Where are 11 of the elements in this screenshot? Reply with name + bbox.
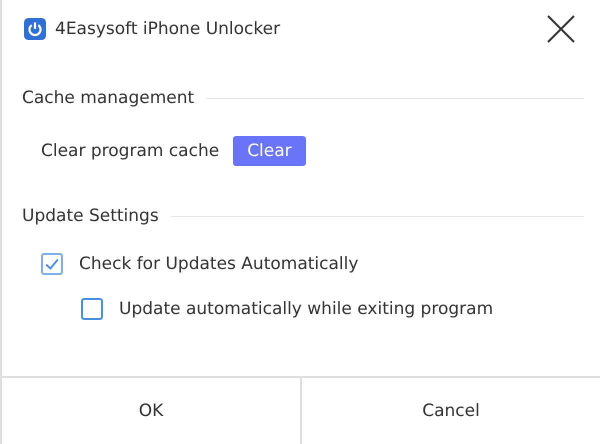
section-heading: Cache management (22, 88, 194, 108)
app-logo-icon (24, 18, 46, 40)
setting-label: Clear program cache (41, 141, 220, 161)
window-title: 4Easysoft iPhone Unlocker (55, 19, 282, 39)
clear-button[interactable]: Clear (233, 136, 306, 166)
checkbox-label: Check for Updates Automatically (79, 254, 358, 274)
section-heading: Update Settings (22, 206, 159, 226)
checkbox-label: Update automatically while exiting program (119, 299, 494, 319)
close-icon[interactable] (547, 15, 575, 43)
checkbox[interactable] (81, 298, 103, 320)
checkbox[interactable] (41, 253, 63, 275)
